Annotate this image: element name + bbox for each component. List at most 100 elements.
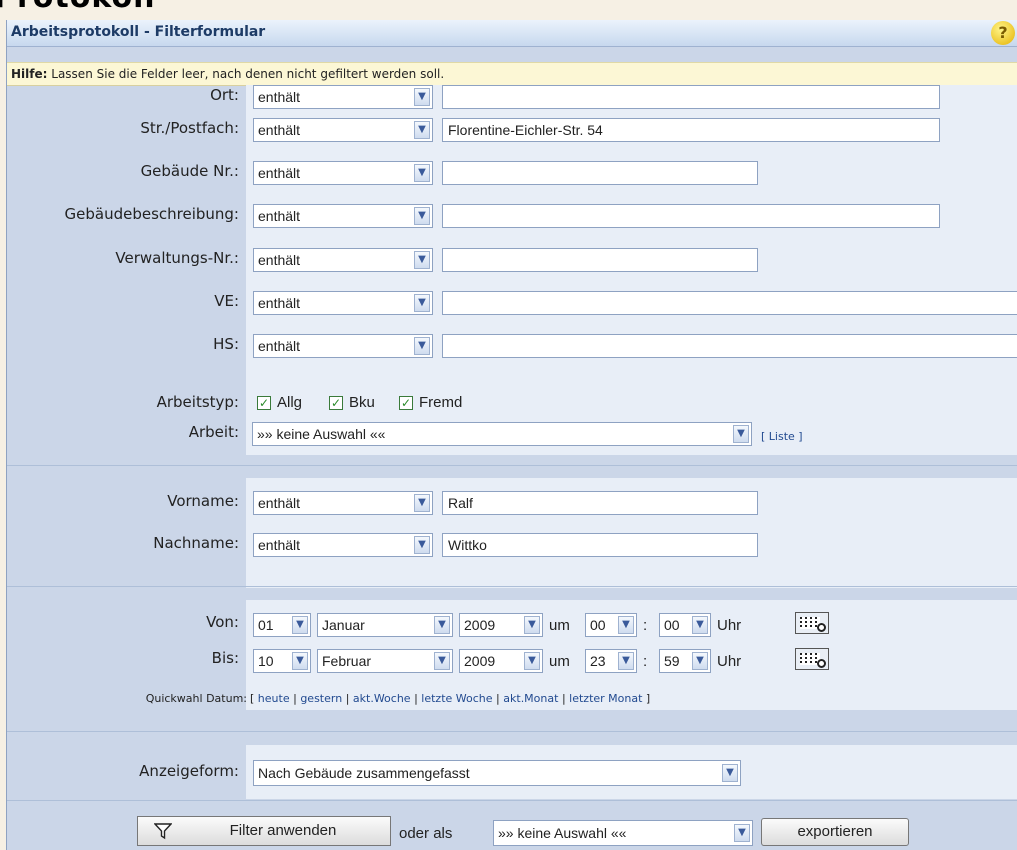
uhr-text-1: Uhr bbox=[717, 653, 742, 670]
checkbox-allg[interactable]: ✓ bbox=[257, 396, 271, 410]
field-input-0[interactable] bbox=[442, 85, 940, 109]
field-input-3[interactable] bbox=[442, 204, 940, 228]
year-select-0-value: 2009 bbox=[464, 617, 496, 633]
um-text-1: um bbox=[549, 653, 570, 670]
person-label-0: Vorname: bbox=[167, 492, 239, 510]
field-label-6: HS: bbox=[213, 335, 239, 353]
help-icon[interactable]: ? bbox=[991, 21, 1015, 45]
operator-select-0[interactable]: enthält ▼ bbox=[253, 85, 433, 109]
chevron-down-icon: ▼ bbox=[414, 164, 430, 182]
year-select-1-value: 2009 bbox=[464, 653, 496, 669]
operator-select-6[interactable]: enthält ▼ bbox=[253, 334, 433, 358]
um-text-0: um bbox=[549, 617, 570, 634]
month-select-0-value: Januar bbox=[322, 617, 365, 633]
operator-select-2-value: enthält bbox=[258, 165, 301, 181]
year-select-1[interactable]: 2009 ▼ bbox=[459, 649, 543, 673]
hint-text: Lassen Sie die Felder leer, nach denen n… bbox=[51, 67, 445, 81]
operator-select-4-value: enthält bbox=[258, 252, 301, 268]
chevron-down-icon: ▼ bbox=[692, 652, 708, 670]
month-select-1[interactable]: Februar ▼ bbox=[317, 649, 453, 673]
chevron-down-icon: ▼ bbox=[414, 121, 430, 139]
day-select-1[interactable]: 10 ▼ bbox=[253, 649, 311, 673]
arbeit-select[interactable]: »» keine Auswahl «« ▼ bbox=[252, 422, 752, 446]
year-select-0[interactable]: 2009 ▼ bbox=[459, 613, 543, 637]
export-format-select[interactable]: »» keine Auswahl «« ▼ bbox=[493, 820, 753, 846]
arbeitstyp-checkboxes: ✓ Allg ✓ Bku ✓ Fremd bbox=[253, 393, 553, 413]
calendar-refresh-mark bbox=[817, 623, 826, 632]
quickwahl-link-5[interactable]: letzter Monat bbox=[569, 692, 642, 705]
operator-select-3-value: enthält bbox=[258, 208, 301, 224]
quickwahl-link-2[interactable]: akt.Woche bbox=[353, 692, 411, 705]
divider bbox=[7, 731, 1017, 732]
quickwahl-label: Quickwahl Datum: bbox=[145, 692, 247, 705]
export-button[interactable]: exportieren bbox=[761, 818, 909, 846]
checkbox-allg-label: Allg bbox=[277, 394, 303, 411]
date-label-1: Bis: bbox=[211, 649, 239, 667]
anzeigeform-label: Anzeigeform: bbox=[139, 762, 239, 780]
quickwahl-separator: | bbox=[293, 692, 297, 705]
quickwahl-open-bracket: [ bbox=[250, 692, 255, 705]
filter-form-panel: Arbeitsprotokoll - Filterformular ? Hilf… bbox=[6, 20, 1017, 850]
quickwahl-separator: | bbox=[345, 692, 350, 705]
field-input-1[interactable]: Florentine-Eichler-Str. 54 bbox=[442, 118, 940, 142]
minute-select-0[interactable]: 00 ▼ bbox=[659, 613, 711, 637]
export-format-value: »» keine Auswahl «« bbox=[498, 825, 627, 841]
chevron-down-icon: ▼ bbox=[414, 207, 430, 225]
calendar-refresh-mark bbox=[817, 659, 826, 668]
operator-select-2[interactable]: enthält ▼ bbox=[253, 161, 433, 185]
chevron-down-icon: ▼ bbox=[414, 294, 430, 312]
chevron-down-icon: ▼ bbox=[414, 337, 430, 355]
hour-select-1-value: 23 bbox=[590, 653, 606, 669]
checkbox-bku[interactable]: ✓ bbox=[329, 396, 343, 410]
field-input-5[interactable] bbox=[442, 291, 1017, 315]
operator-select-5[interactable]: enthält ▼ bbox=[253, 291, 433, 315]
checkbox-fremd[interactable]: ✓ bbox=[399, 396, 413, 410]
arbeit-liste-link[interactable]: [ Liste ] bbox=[761, 430, 803, 443]
operator-select-3[interactable]: enthält ▼ bbox=[253, 204, 433, 228]
day-select-0[interactable]: 01 ▼ bbox=[253, 613, 311, 637]
person-input-0[interactable]: Ralf bbox=[442, 491, 758, 515]
uhr-text-0: Uhr bbox=[717, 617, 742, 634]
chevron-down-icon: ▼ bbox=[434, 616, 450, 634]
chevron-down-icon: ▼ bbox=[524, 616, 540, 634]
minute-select-1[interactable]: 59 ▼ bbox=[659, 649, 711, 673]
quickwahl-link-1[interactable]: gestern bbox=[300, 692, 342, 705]
operator-select-6-value: enthält bbox=[258, 338, 301, 354]
help-hint: Hilfe: Lassen Sie die Felder leer, nach … bbox=[7, 62, 1017, 86]
chevron-down-icon: ▼ bbox=[414, 494, 430, 512]
anzeigeform-select[interactable]: Nach Gebäude zusammengefasst ▼ bbox=[253, 760, 741, 786]
date-label-0: Von: bbox=[206, 613, 239, 631]
month-select-0[interactable]: Januar ▼ bbox=[317, 613, 453, 637]
window-title: Arbeitsprotokoll - Filterformular bbox=[11, 24, 266, 40]
person-operator-select-0[interactable]: enthält ▼ bbox=[253, 491, 433, 515]
field-input-6[interactable] bbox=[442, 334, 1017, 358]
chevron-down-icon: ▼ bbox=[692, 616, 708, 634]
quickwahl-link-3[interactable]: letzte Woche bbox=[421, 692, 492, 705]
hour-select-1[interactable]: 23 ▼ bbox=[585, 649, 637, 673]
quickwahl-link-4[interactable]: akt.Monat bbox=[503, 692, 558, 705]
person-label-1: Nachname: bbox=[153, 534, 239, 552]
day-select-1-value: 10 bbox=[258, 653, 274, 669]
background-title: Protokoll bbox=[0, 0, 156, 15]
time-colon-1: : bbox=[643, 653, 648, 670]
operator-select-4[interactable]: enthält ▼ bbox=[253, 248, 433, 272]
hour-select-0[interactable]: 00 ▼ bbox=[585, 613, 637, 637]
chevron-down-icon: ▼ bbox=[414, 536, 430, 554]
filter-apply-button[interactable]: Filter anwenden bbox=[137, 816, 391, 846]
field-input-2[interactable] bbox=[442, 161, 758, 185]
chevron-down-icon: ▼ bbox=[722, 764, 738, 782]
field-label-4: Verwaltungs-Nr.: bbox=[115, 249, 239, 267]
operator-select-1[interactable]: enthält ▼ bbox=[253, 118, 433, 142]
calendar-icon[interactable] bbox=[795, 612, 829, 634]
oder-als-text: oder als bbox=[399, 825, 453, 842]
quickwahl-row: Quickwahl Datum: [ heute | gestern | akt… bbox=[7, 692, 1017, 710]
person-operator-select-1[interactable]: enthält ▼ bbox=[253, 533, 433, 557]
hour-select-0-value: 00 bbox=[590, 617, 606, 633]
quickwahl-separator: | bbox=[496, 692, 500, 705]
calendar-icon[interactable] bbox=[795, 648, 829, 670]
chevron-down-icon: ▼ bbox=[733, 425, 749, 443]
filter-apply-label: Filter anwenden bbox=[229, 822, 337, 839]
person-input-1[interactable]: Wittko bbox=[442, 533, 758, 557]
quickwahl-link-0[interactable]: heute bbox=[258, 692, 290, 705]
field-input-4[interactable] bbox=[442, 248, 758, 272]
